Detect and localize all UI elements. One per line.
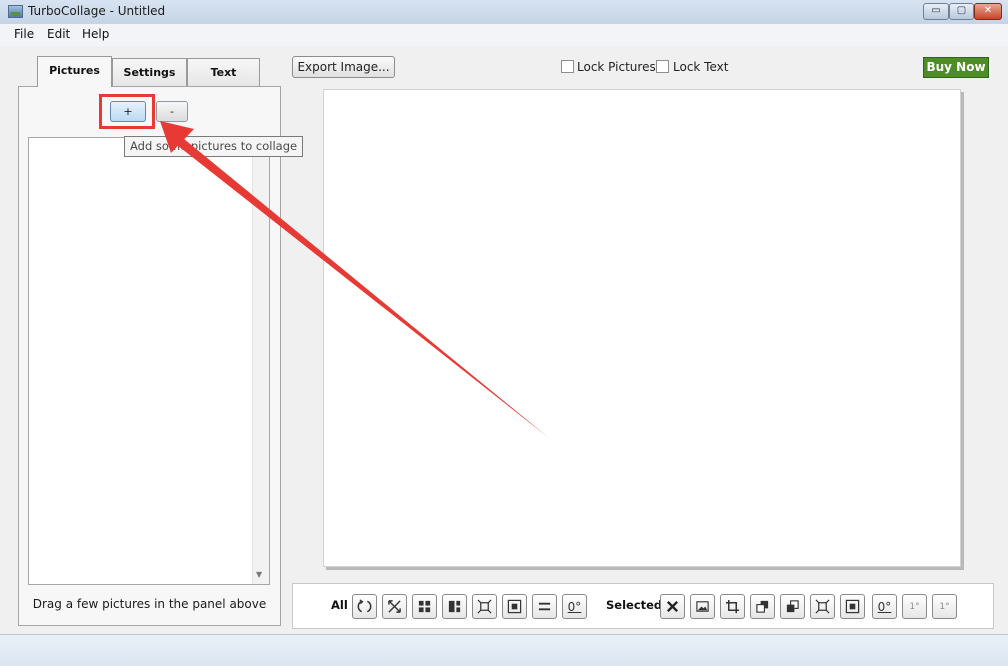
rotate-zero-icon: 0° (567, 599, 582, 614)
app-icon (8, 5, 23, 18)
equal-spacing-icon (537, 599, 552, 614)
refresh-button[interactable] (352, 594, 377, 619)
minimize-button[interactable]: ▭ (923, 3, 949, 20)
lock-text-label[interactable]: Lock Text (673, 60, 728, 74)
lock-pictures-label[interactable]: Lock Pictures (577, 60, 656, 74)
export-image-button[interactable]: Export Image... (292, 56, 395, 78)
replace-image-button[interactable] (690, 594, 715, 619)
tab-text[interactable]: Text (187, 58, 260, 86)
grid-layout-button[interactable] (412, 594, 437, 619)
status-bar (0, 634, 1008, 666)
lock-text-checkbox[interactable] (656, 60, 669, 73)
maximize-button[interactable]: ▢ (949, 3, 974, 20)
collage-canvas[interactable] (323, 89, 961, 567)
send-backward-icon (785, 599, 800, 614)
lock-pictures-checkbox[interactable] (561, 60, 574, 73)
delete-selected-button[interactable] (660, 594, 685, 619)
picture-list-scrollbar[interactable] (252, 138, 269, 584)
replace-image-icon (695, 599, 710, 614)
tooltip: Add some pictures to collage (124, 136, 304, 157)
rotate-zero-selected-button[interactable]: 0° (872, 594, 897, 619)
fit-icon (477, 599, 492, 614)
rotate-left-button[interactable]: 1° (932, 594, 957, 619)
menu-file[interactable]: File (14, 27, 34, 41)
refresh-icon (357, 599, 372, 614)
equal-spacing-button[interactable] (532, 594, 557, 619)
fit-selected-button[interactable] (810, 594, 835, 619)
rotate-left-icon: 1° (939, 601, 950, 612)
drag-hint-text: Drag a few pictures in the panel above (32, 597, 267, 611)
remove-picture-button[interactable]: - (156, 101, 188, 122)
all-label: All (331, 598, 348, 612)
scroll-down-icon[interactable]: ▼ (256, 570, 262, 579)
rotate-zero-icon: 0° (877, 599, 892, 614)
bring-forward-icon (755, 599, 770, 614)
bring-forward-button[interactable] (750, 594, 775, 619)
menu-bar (0, 24, 1008, 46)
close-button[interactable]: ✕ (974, 3, 1002, 20)
tab-settings[interactable]: Settings (112, 58, 187, 86)
window-title: TurboCollage - Untitled (28, 4, 166, 18)
send-backward-button[interactable] (780, 594, 805, 619)
delete-icon (665, 599, 680, 614)
selected-label: Selected (606, 598, 663, 612)
shuffle-icon (387, 599, 402, 614)
picture-list[interactable] (28, 137, 270, 585)
annotation-highlight-box (99, 94, 155, 129)
shuffle-button[interactable] (382, 594, 407, 619)
fit-button[interactable] (472, 594, 497, 619)
rotate-right-button[interactable]: 1° (902, 594, 927, 619)
fill-icon (507, 599, 522, 614)
fill-selected-button[interactable] (840, 594, 865, 619)
fill-button[interactable] (502, 594, 527, 619)
crop-icon (725, 599, 740, 614)
fit-icon (815, 599, 830, 614)
rotate-zero-button[interactable]: 0° (562, 594, 587, 619)
fill-icon (845, 599, 860, 614)
rotate-right-icon: 1° (909, 601, 920, 612)
menu-edit[interactable]: Edit (47, 27, 70, 41)
mosaic-layout-button[interactable] (442, 594, 467, 619)
crop-button[interactable] (720, 594, 745, 619)
tab-pictures[interactable]: Pictures (37, 56, 112, 87)
buy-now-button[interactable]: Buy Now (923, 57, 989, 78)
grid-layout-icon (417, 599, 432, 614)
mosaic-layout-icon (447, 599, 462, 614)
menu-help[interactable]: Help (82, 27, 109, 41)
